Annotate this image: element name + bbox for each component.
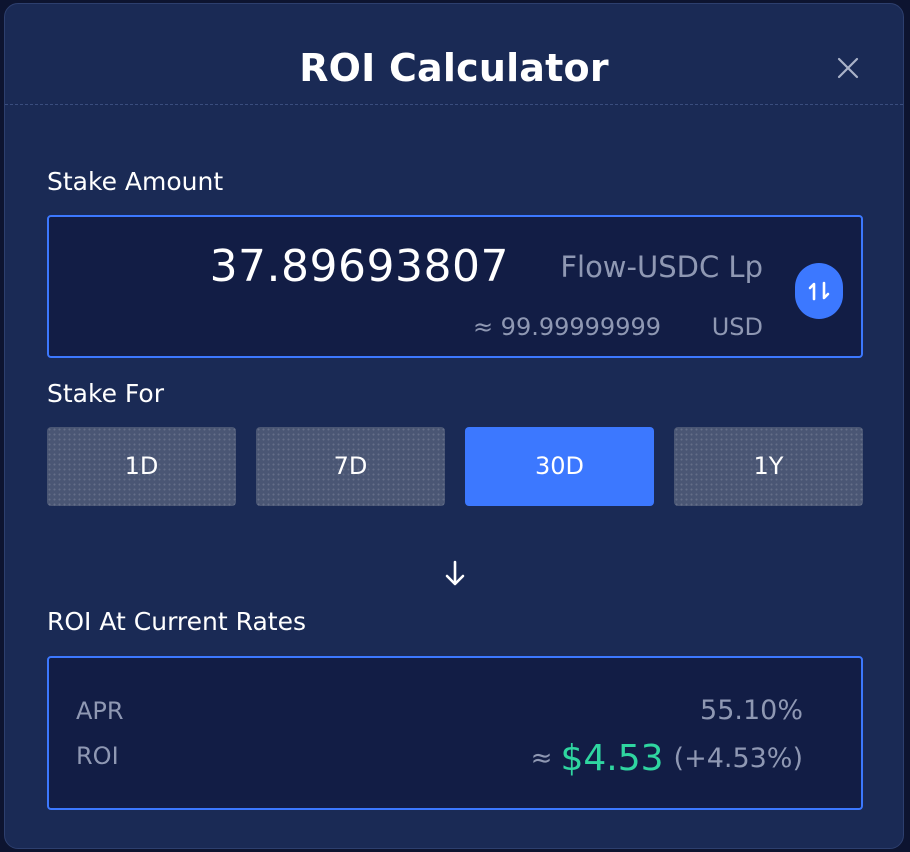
usd-unit: USD <box>711 313 763 341</box>
arrow-down-icon <box>442 556 468 592</box>
token-name: Flow-USDC Lp <box>560 250 763 284</box>
stake-amount-value[interactable]: 37.89693807 <box>210 239 509 295</box>
roi-percent: (+4.53%) <box>673 742 803 774</box>
roi-section-label: ROI At Current Rates <box>47 607 306 636</box>
period-button-1d[interactable]: 1D <box>47 427 236 506</box>
roi-results-panel: APR 55.10% ROI ≈ $4.53 (+4.53%) <box>47 656 863 810</box>
roi-approx-symbol: ≈ <box>530 743 553 774</box>
period-button-7d[interactable]: 7D <box>256 427 445 506</box>
roi-amount: $4.53 <box>560 737 664 779</box>
usd-approx-value: ≈ 99.99999999 <box>472 313 661 341</box>
apr-value: 55.10% <box>700 695 803 726</box>
roi-label: ROI <box>76 742 119 770</box>
close-icon[interactable] <box>835 55 861 81</box>
apr-label: APR <box>76 697 124 725</box>
period-button-1y[interactable]: 1Y <box>674 427 863 506</box>
stake-amount-input[interactable]: 37.89693807 Flow-USDC Lp ≈ 99.99999999 U… <box>47 215 863 358</box>
period-button-30d[interactable]: 30D <box>465 427 654 506</box>
roi-value-line: ≈ $4.53 (+4.53%) <box>531 736 803 781</box>
swap-icon <box>808 281 830 301</box>
modal-title: ROI Calculator <box>299 46 609 90</box>
stake-for-label: Stake For <box>47 379 164 408</box>
modal-header: ROI Calculator <box>5 4 903 105</box>
swap-units-button[interactable] <box>795 263 843 319</box>
roi-calculator-modal: ROI Calculator Stake Amount 37.89693807 … <box>4 3 904 849</box>
stake-amount-label: Stake Amount <box>47 167 224 196</box>
